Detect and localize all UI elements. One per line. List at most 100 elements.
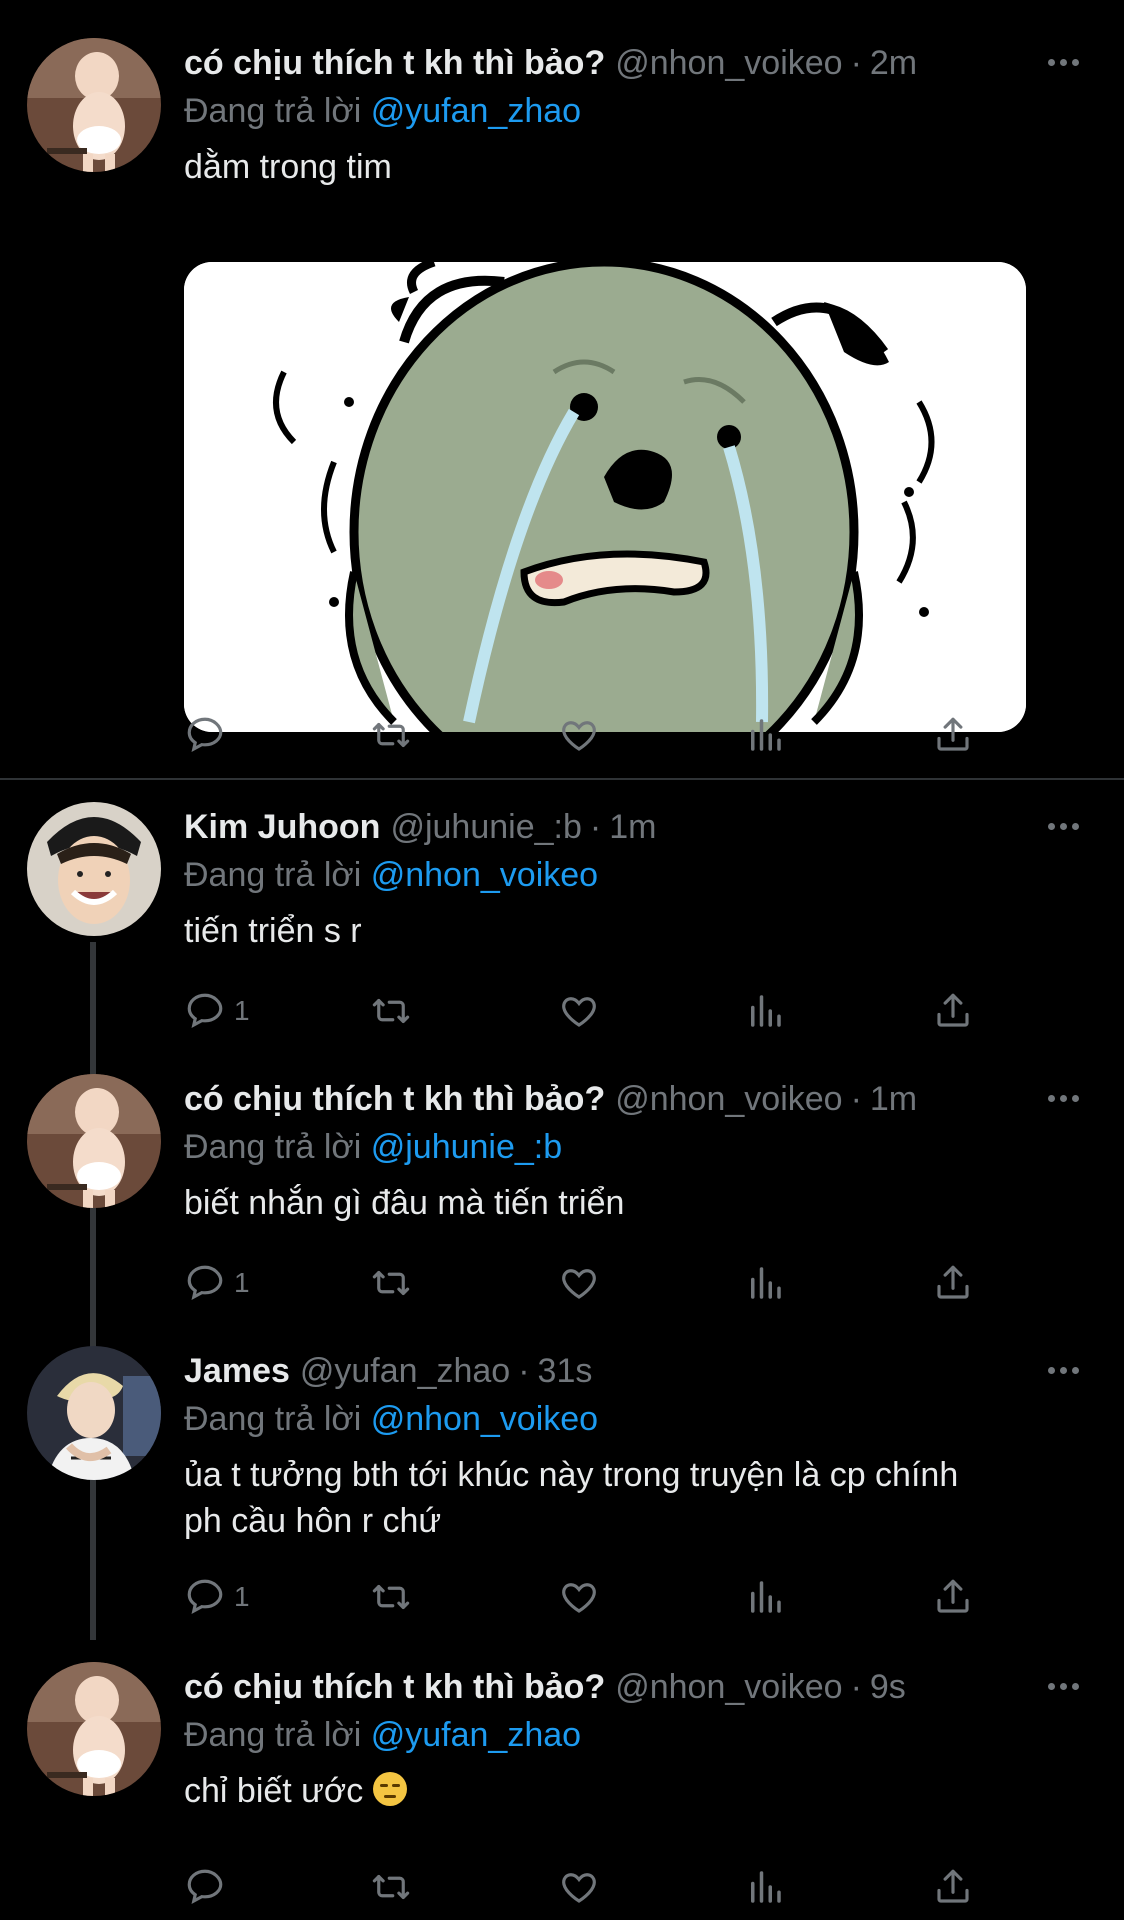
timestamp[interactable]: 31s	[538, 1352, 593, 1390]
replying-to: Đang trả lời @yufan_zhao	[184, 1712, 1084, 1758]
like-button[interactable]	[558, 1862, 600, 1912]
share-button[interactable]	[932, 1258, 974, 1308]
reply-icon	[187, 1869, 223, 1905]
reply-button[interactable]: 1	[184, 1572, 250, 1622]
display-name[interactable]: James	[184, 1352, 290, 1390]
tweet-actions	[184, 710, 1004, 760]
tweet-text-line: ủa t tưởng bth tới khúc này trong truyện…	[184, 1456, 959, 1494]
like-button[interactable]	[558, 710, 600, 760]
tweet-text: dằm trong tim	[184, 148, 392, 186]
retweet-button[interactable]	[370, 710, 412, 760]
mention-link[interactable]: @yufan_zhao	[371, 92, 581, 130]
share-button[interactable]	[932, 1862, 974, 1912]
share-button[interactable]	[932, 986, 974, 1036]
timestamp[interactable]: 1m	[609, 808, 656, 846]
pensive-face-emoji	[372, 1772, 407, 1806]
tweet-text: tiến triển s r	[184, 912, 362, 950]
user-handle[interactable]: @yufan_zhao	[300, 1352, 510, 1390]
like-button[interactable]	[558, 986, 600, 1036]
retweet-button[interactable]	[370, 1258, 412, 1308]
avatar[interactable]	[27, 1346, 161, 1480]
more-icon[interactable]	[1038, 1078, 1088, 1118]
views-button[interactable]	[744, 986, 786, 1036]
separator-dot: ·	[850, 1668, 862, 1706]
like-icon	[562, 1583, 596, 1613]
more-icon[interactable]	[1038, 1350, 1088, 1390]
reply-count: 1	[234, 1581, 250, 1612]
mention-link[interactable]: @yufan_zhao	[371, 1716, 581, 1754]
mention-link[interactable]: @nhon_voikeo	[371, 1400, 598, 1438]
like-button[interactable]	[558, 1572, 600, 1622]
retweet-button[interactable]	[370, 986, 412, 1036]
blond-person-avatar	[27, 1346, 161, 1480]
mention-link[interactable]: @nhon_voikeo	[371, 856, 598, 894]
share-button[interactable]	[932, 710, 974, 760]
tweet[interactable]: James @yufan_zhao · 31s Đang trả lời @nhon_…	[0, 1346, 1124, 1636]
tweet-actions: 1	[184, 1572, 1004, 1622]
avatar[interactable]	[27, 802, 161, 936]
mention-link[interactable]: @juhunie_:b	[371, 1128, 562, 1166]
views-button[interactable]	[744, 1862, 786, 1912]
more-icon[interactable]	[1038, 1666, 1088, 1706]
replying-to: Đang trả lời @nhon_voikeo	[184, 1396, 1084, 1442]
reply-button[interactable]: 1	[184, 1258, 250, 1308]
user-handle[interactable]: @juhunie_:b	[390, 808, 581, 846]
user-handle[interactable]: @nhon_voikeo	[615, 1080, 842, 1118]
avatar[interactable]	[27, 1074, 161, 1208]
like-icon	[562, 721, 596, 751]
reply-thread: có chịu thích t kh thì bảo? @nhon_voikeo ·…	[0, 0, 1124, 1920]
tweet-text-line: ph cầu hôn r chứ	[184, 1502, 442, 1540]
tweet-media[interactable]	[184, 262, 1026, 732]
tweet-text: ủa t tưởng bth tới khúc này trong truyện…	[184, 1452, 1084, 1544]
reply-button[interactable]	[184, 1862, 234, 1912]
retweet-icon	[372, 722, 410, 748]
smiling-person-avatar	[27, 802, 161, 936]
retweet-button[interactable]	[370, 1862, 412, 1912]
separator-dot: ·	[850, 1080, 862, 1118]
share-icon	[937, 717, 969, 751]
like-icon	[562, 1269, 596, 1299]
retweet-icon	[372, 1874, 410, 1900]
like-icon	[562, 1873, 596, 1903]
user-handle[interactable]: @nhon_voikeo	[615, 1668, 842, 1706]
avatar[interactable]	[27, 1662, 161, 1796]
tweet-actions	[184, 1862, 1004, 1912]
replying-to: Đang trả lời @nhon_voikeo	[184, 852, 1084, 898]
baby-avatar	[27, 1662, 161, 1796]
reply-icon	[187, 993, 223, 1029]
like-button[interactable]	[558, 1258, 600, 1308]
tweet[interactable]: có chịu thích t kh thì bảo? @nhon_voikeo ·…	[0, 1662, 1124, 1920]
tweet[interactable]: Kim Juhoon @juhunie_:b · 1m Đang trả lời @n…	[0, 802, 1124, 1042]
replying-to: Đang trả lời @juhunie_:b	[184, 1124, 1084, 1170]
more-icon[interactable]	[1038, 806, 1088, 846]
share-icon	[937, 1869, 969, 1903]
timestamp[interactable]: 1m	[870, 1080, 917, 1118]
display-name[interactable]: Kim Juhoon	[184, 808, 380, 846]
share-button[interactable]	[932, 1572, 974, 1622]
like-icon	[562, 997, 596, 1027]
avatar[interactable]	[27, 38, 161, 172]
display-name[interactable]: có chịu thích t kh thì bảo?	[184, 1080, 605, 1118]
share-icon	[937, 1579, 969, 1613]
timestamp[interactable]: 2m	[870, 44, 917, 82]
user-handle[interactable]: @nhon_voikeo	[615, 44, 842, 82]
reply-count: 1	[234, 1267, 250, 1298]
retweet-icon	[372, 1584, 410, 1610]
display-name[interactable]: có chịu thích t kh thì bảo?	[184, 1668, 605, 1706]
views-button[interactable]	[744, 710, 786, 760]
reply-icon	[187, 1265, 223, 1301]
reply-button[interactable]	[184, 710, 234, 760]
tweet[interactable]: có chịu thích t kh thì bảo? @nhon_voikeo ·…	[0, 1074, 1124, 1314]
reply-button[interactable]: 1	[184, 986, 250, 1036]
display-name[interactable]: có chịu thích t kh thì bảo?	[184, 44, 605, 82]
timestamp[interactable]: 9s	[870, 1668, 906, 1706]
views-button[interactable]	[744, 1258, 786, 1308]
replying-label: Đang trả lời	[184, 92, 362, 130]
retweet-button[interactable]	[370, 1572, 412, 1622]
more-icon[interactable]	[1038, 42, 1088, 82]
share-icon	[937, 993, 969, 1027]
tweet[interactable]: có chịu thích t kh thì bảo? @nhon_voikeo ·…	[0, 38, 1124, 758]
views-icon	[751, 1267, 781, 1299]
retweet-icon	[372, 1270, 410, 1296]
views-button[interactable]	[744, 1572, 786, 1622]
